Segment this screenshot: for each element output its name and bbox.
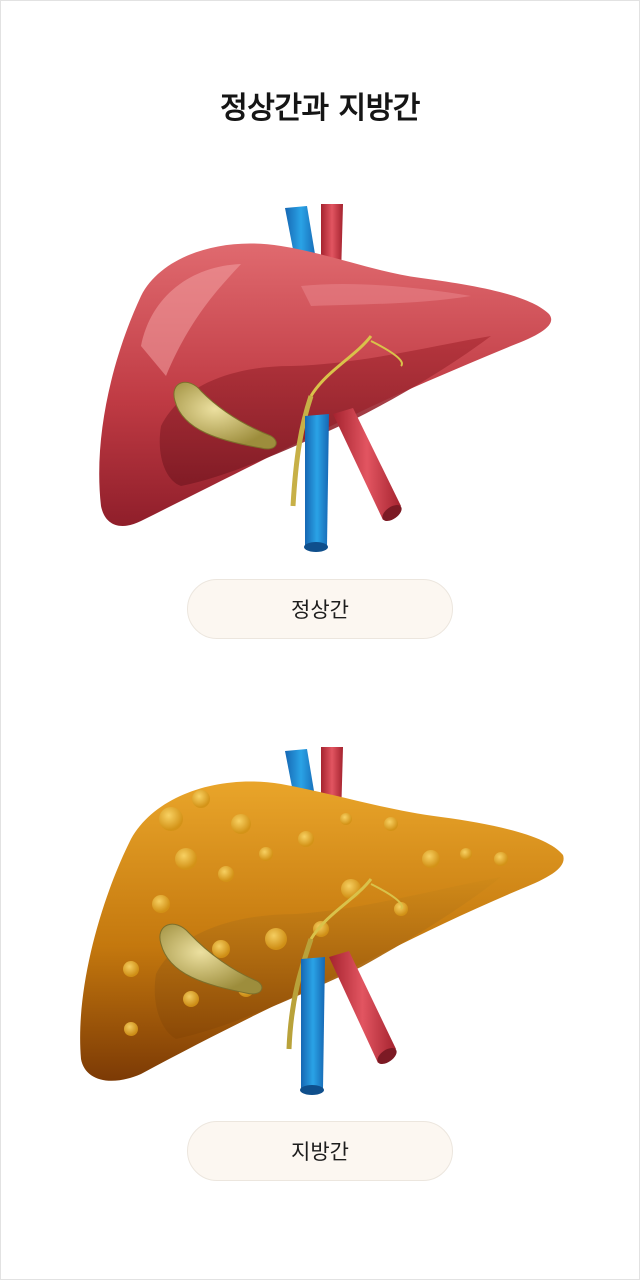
vein-lower: [305, 414, 329, 548]
content-card: 정상간과 지방간 정상간 지방간: [0, 0, 640, 1280]
page-title: 정상간과 지방간: [220, 91, 420, 126]
fatty-liver-illustration: [71, 729, 571, 1109]
fatty-artery-lower: [329, 951, 396, 1063]
artery-lower: [333, 408, 401, 520]
normal-liver-illustration: [71, 186, 571, 566]
fatty-vein-lower: [301, 957, 325, 1091]
fatty-liver-label: 지방간: [187, 1121, 453, 1181]
normal-liver-label: 정상간: [187, 579, 453, 639]
